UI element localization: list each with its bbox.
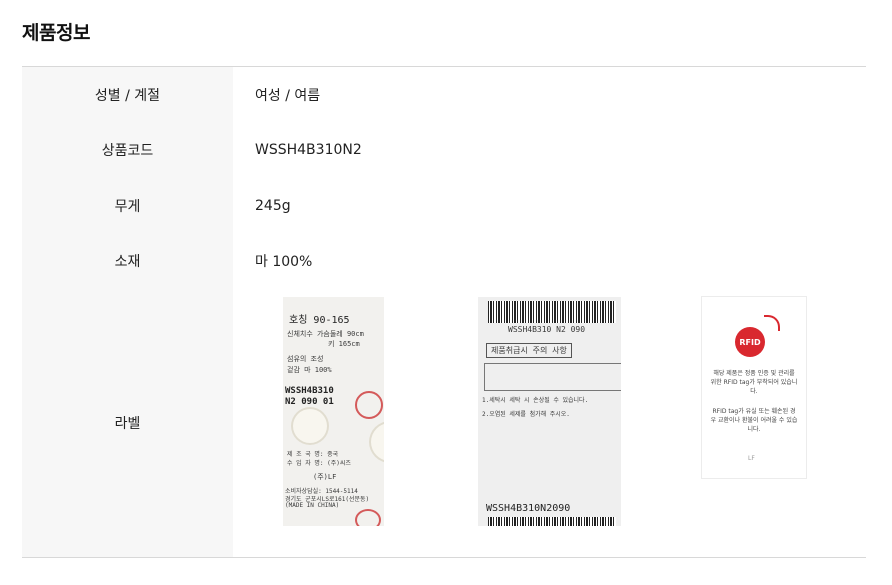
- rfid-notice-text: RFID tag가 유실 또는 훼손된 경우 교환이나 환불이 어려울 수 있습…: [710, 408, 798, 433]
- row-label-material: 소재: [22, 233, 233, 289]
- table-row: 라벨 호칭 90-165 신체치수 가슴둘레 90cm 키 165cm 섬유의 …: [22, 289, 866, 557]
- product-info-table: 성별 / 계절 여성 / 여름 상품코드 WSSH4B310N2 무게 245g…: [22, 66, 866, 558]
- care-label-header: WSSH4B310 N2 090: [508, 325, 586, 334]
- row-label-product-code: 상품코드: [22, 122, 233, 178]
- stamp-icon: [355, 391, 383, 419]
- row-value-weight: 245g: [255, 197, 291, 214]
- size-label-text: 수 입 자 명: (주)씨즈: [287, 460, 351, 467]
- signal-icon: [764, 315, 780, 331]
- care-label-text: 1.세탁시 세탁 시 손상될 수 있습니다.: [482, 397, 589, 404]
- row-value-material: 마 100%: [255, 254, 313, 270]
- row-label-gender-season: 성별 / 계절: [22, 67, 233, 122]
- barcode-icon: [488, 301, 616, 323]
- table-row: 상품코드 WSSH4B310N2: [22, 122, 866, 178]
- button-icon: [291, 407, 329, 445]
- size-label-text: 겉감 마 100%: [287, 366, 332, 374]
- care-label-code: WSSH4B310N2090: [486, 503, 571, 514]
- label-images: 호칭 90-165 신체치수 가슴둘레 90cm 키 165cm 섬유의 조성 …: [233, 289, 866, 557]
- table-row: 무게 245g: [22, 178, 866, 233]
- table-row: 성별 / 계절 여성 / 여름: [22, 67, 866, 122]
- size-label-text: 신체치수 가슴둘레 90cm: [287, 330, 364, 338]
- care-symbols-icon: [484, 363, 621, 391]
- size-label-text: 섬유의 조성: [287, 355, 324, 363]
- size-label-image: 호칭 90-165 신체치수 가슴둘레 90cm 키 165cm 섬유의 조성 …: [283, 297, 384, 526]
- label-images-cell: 호칭 90-165 신체치수 가슴둘레 90cm 키 165cm 섬유의 조성 …: [233, 289, 866, 557]
- row-label-weight: 무게: [22, 178, 233, 233]
- row-value-gender-season: 여성 / 여름: [255, 87, 321, 104]
- section-title: 제품정보: [22, 22, 90, 44]
- size-label-footer: (MADE IN CHINA): [285, 502, 340, 509]
- rfid-logo-text: RFID: [739, 337, 761, 347]
- row-value-product-code: WSSH4B310N2: [255, 142, 362, 158]
- button-icon: [369, 421, 384, 463]
- size-label-text: 제 조 국 명: 중국: [287, 451, 339, 458]
- size-label-brand: (주)LF: [313, 473, 337, 481]
- table-row: 소재 마 100%: [22, 233, 866, 289]
- row-label-label: 라벨: [22, 289, 233, 557]
- care-label-text: 2.오염된 세제를 첨가해 주시오.: [482, 411, 570, 418]
- size-label-text: 키 165cm: [328, 340, 360, 348]
- rfid-icon: RFID: [735, 327, 765, 357]
- barcode-icon: [488, 517, 616, 526]
- rfid-notice-text: 해당 제품은 정품 인증 및 관리를 위한 RFID tag가 부착되어 있습니…: [710, 370, 798, 395]
- stamp-icon: [355, 509, 381, 526]
- care-label-image: WSSH4B310 N2 090 제품취급시 주의 사항 1.세탁시 세탁 시 …: [478, 297, 621, 526]
- care-label-title: 제품취급시 주의 사항: [486, 343, 572, 358]
- size-label-text: N2 090 01: [285, 397, 334, 407]
- rfid-label-image: RFID 해당 제품은 정품 인증 및 관리를 위한 RFID tag가 부착되…: [702, 297, 806, 478]
- lf-logo-text: LF: [748, 455, 755, 462]
- size-label-text: WSSH4B310: [285, 386, 334, 396]
- size-label-text: 호칭 90-165: [289, 315, 350, 326]
